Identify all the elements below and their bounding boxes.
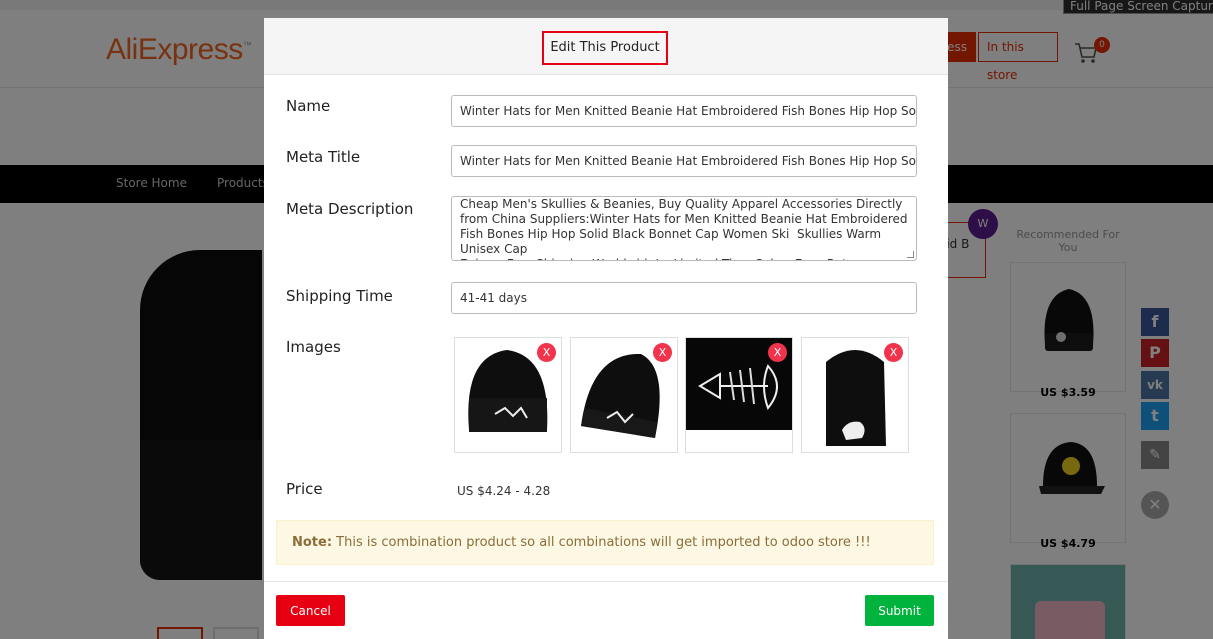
submit-button[interactable]: Submit bbox=[865, 595, 934, 626]
meta-title-input[interactable]: Winter Hats for Men Knitted Beanie Hat E… bbox=[451, 145, 917, 177]
cancel-button[interactable]: Cancel bbox=[276, 595, 345, 626]
shipping-time-input[interactable]: 41-41 days bbox=[451, 282, 917, 314]
product-image-card: X bbox=[685, 337, 793, 453]
meta-description-text: Cheap Men's Skullies & Beanies, Buy Qual… bbox=[460, 197, 908, 260]
name-label: Name bbox=[286, 97, 331, 115]
modal-title: Edit This Product bbox=[542, 31, 668, 65]
meta-title-label: Meta Title bbox=[286, 148, 361, 166]
edit-product-modal: Edit This Product Name Winter Hats for M… bbox=[264, 18, 948, 639]
modal-header: Edit This Product bbox=[264, 18, 948, 75]
price-label: Price bbox=[286, 480, 323, 498]
product-image-card: X bbox=[801, 337, 909, 453]
remove-image-button[interactable]: X bbox=[884, 343, 903, 362]
meta-description-textarea[interactable]: Cheap Men's Skullies & Beanies, Buy Qual… bbox=[451, 196, 917, 261]
meta-description-label: Meta Description bbox=[286, 200, 414, 218]
product-image-card: X bbox=[570, 337, 678, 453]
note-text: This is combination product so all combi… bbox=[332, 535, 871, 550]
product-image-card: X bbox=[454, 337, 562, 453]
modal-footer: Cancel Submit bbox=[264, 581, 948, 639]
remove-image-button[interactable]: X bbox=[653, 343, 672, 362]
resize-handle[interactable] bbox=[907, 251, 914, 258]
images-label: Images bbox=[286, 338, 341, 356]
name-input[interactable]: Winter Hats for Men Knitted Beanie Hat E… bbox=[451, 95, 917, 127]
remove-image-button[interactable]: X bbox=[537, 343, 556, 362]
price-value: US $4.24 - 4.28 bbox=[457, 484, 551, 498]
combination-note: Note: This is combination product so all… bbox=[276, 520, 934, 565]
remove-image-button[interactable]: X bbox=[768, 343, 787, 362]
shipping-time-label: Shipping Time bbox=[286, 287, 393, 305]
note-label: Note: bbox=[292, 535, 333, 550]
